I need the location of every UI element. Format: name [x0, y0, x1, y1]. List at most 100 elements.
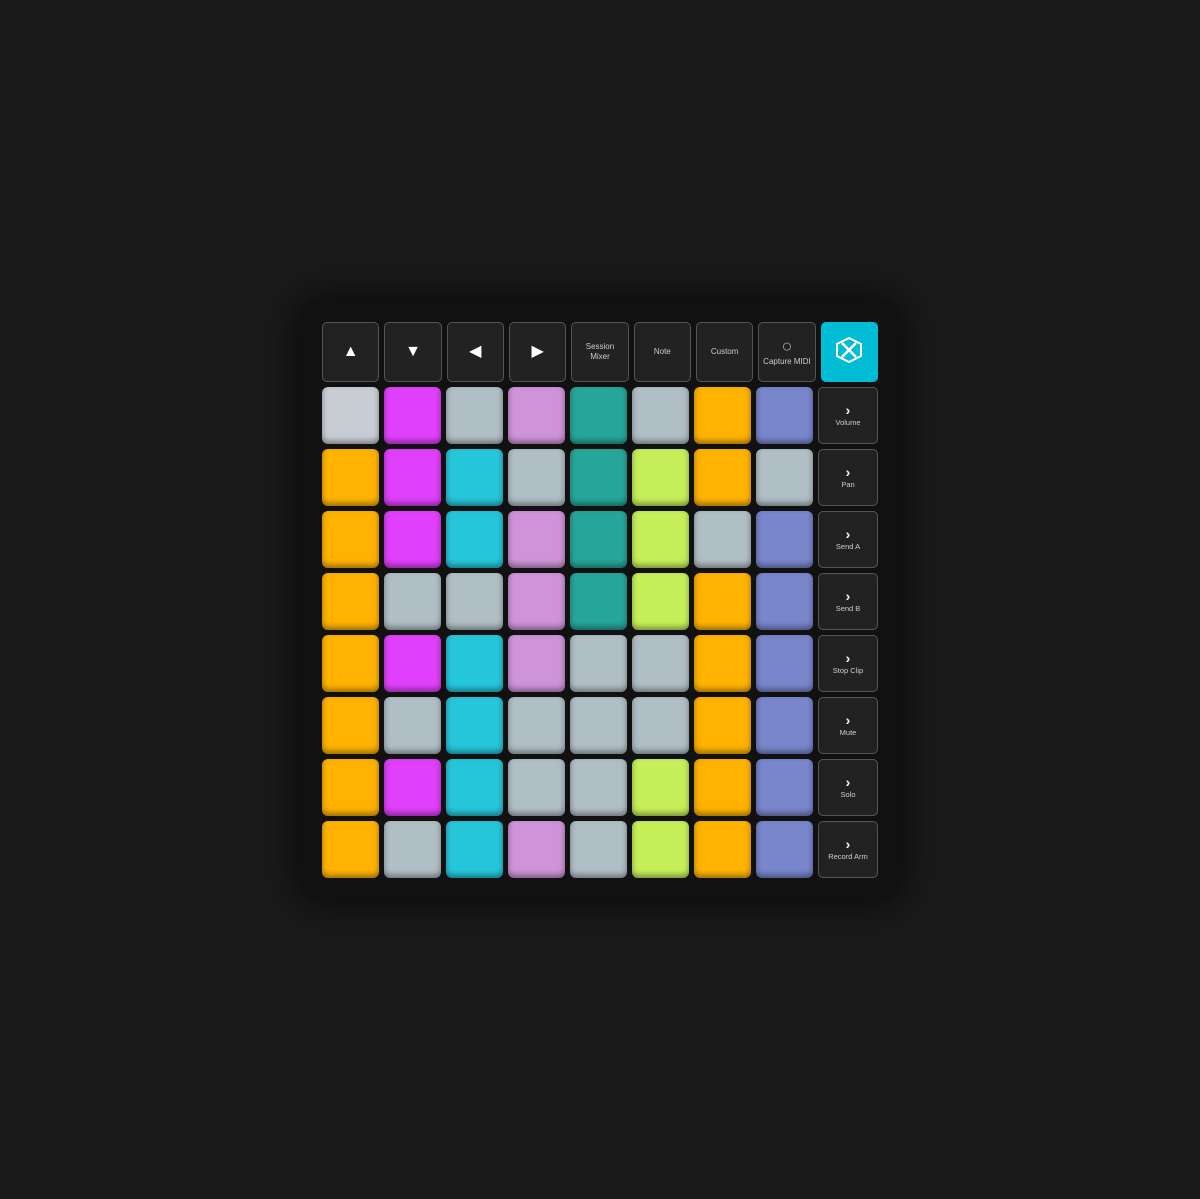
pad-2-0[interactable]: [322, 511, 379, 568]
arrow-up-icon: ▲: [343, 344, 359, 360]
send-b-arrow-icon: ›: [846, 589, 851, 603]
pad-4-0[interactable]: [322, 635, 379, 692]
pad-5-7[interactable]: [756, 697, 813, 754]
pad-grid: [322, 387, 813, 878]
pad-5-3[interactable]: [508, 697, 565, 754]
pad-1-3[interactable]: [508, 449, 565, 506]
grid-row-0: [322, 387, 813, 444]
pad-6-4[interactable]: [570, 759, 627, 816]
pad-0-0[interactable]: [322, 387, 379, 444]
pad-6-5[interactable]: [632, 759, 689, 816]
record-arm-arrow-icon: ›: [846, 837, 851, 851]
btn-arrow-right[interactable]: ▶: [509, 322, 566, 382]
pad-3-2[interactable]: [446, 573, 503, 630]
launchpad-device: ▲ ▼ ◀ ▶ SessionMixer Note Custom ○ Captu…: [300, 300, 900, 900]
btn-volume[interactable]: ›Volume: [818, 387, 878, 444]
pad-0-2[interactable]: [446, 387, 503, 444]
solo-label: Solo: [840, 790, 855, 799]
pad-0-3[interactable]: [508, 387, 565, 444]
btn-arrow-up[interactable]: ▲: [322, 322, 379, 382]
send-b-label: Send B: [836, 604, 861, 613]
btn-novation[interactable]: [821, 322, 878, 382]
pad-3-1[interactable]: [384, 573, 441, 630]
pad-4-2[interactable]: [446, 635, 503, 692]
pad-0-1[interactable]: [384, 387, 441, 444]
pad-2-7[interactable]: [756, 511, 813, 568]
pad-3-7[interactable]: [756, 573, 813, 630]
btn-capture-midi[interactable]: ○ Capture MIDI: [758, 322, 815, 382]
pad-4-5[interactable]: [632, 635, 689, 692]
pad-1-4[interactable]: [570, 449, 627, 506]
pad-7-7[interactable]: [756, 821, 813, 878]
pad-7-5[interactable]: [632, 821, 689, 878]
pad-7-1[interactable]: [384, 821, 441, 878]
volume-label: Volume: [835, 418, 860, 427]
btn-pan[interactable]: ›Pan: [818, 449, 878, 506]
btn-send-a[interactable]: ›Send A: [818, 511, 878, 568]
btn-note[interactable]: Note: [634, 322, 691, 382]
pad-1-6[interactable]: [694, 449, 751, 506]
btn-solo[interactable]: ›Solo: [818, 759, 878, 816]
btn-send-b[interactable]: ›Send B: [818, 573, 878, 630]
pad-1-7[interactable]: [756, 449, 813, 506]
pad-2-2[interactable]: [446, 511, 503, 568]
pad-6-2[interactable]: [446, 759, 503, 816]
main-area: ›Volume›Pan›Send A›Send B›Stop Clip›Mute…: [322, 387, 878, 878]
pad-2-3[interactable]: [508, 511, 565, 568]
pan-arrow-icon: ›: [846, 465, 851, 479]
pad-4-4[interactable]: [570, 635, 627, 692]
pad-1-5[interactable]: [632, 449, 689, 506]
pad-6-6[interactable]: [694, 759, 751, 816]
pad-0-4[interactable]: [570, 387, 627, 444]
pad-3-0[interactable]: [322, 573, 379, 630]
pad-3-3[interactable]: [508, 573, 565, 630]
btn-custom[interactable]: Custom: [696, 322, 753, 382]
capture-midi-icon: ○: [782, 337, 793, 355]
pad-2-1[interactable]: [384, 511, 441, 568]
pad-4-6[interactable]: [694, 635, 751, 692]
btn-session-mixer[interactable]: SessionMixer: [571, 322, 628, 382]
pad-5-6[interactable]: [694, 697, 751, 754]
pad-7-2[interactable]: [446, 821, 503, 878]
pad-0-6[interactable]: [694, 387, 751, 444]
btn-arrow-down[interactable]: ▼: [384, 322, 441, 382]
pad-7-6[interactable]: [694, 821, 751, 878]
pad-2-5[interactable]: [632, 511, 689, 568]
pad-0-7[interactable]: [756, 387, 813, 444]
record-arm-label: Record Arm: [828, 852, 868, 861]
btn-stop-clip[interactable]: ›Stop Clip: [818, 635, 878, 692]
pad-7-0[interactable]: [322, 821, 379, 878]
volume-arrow-icon: ›: [846, 403, 851, 417]
pad-1-1[interactable]: [384, 449, 441, 506]
pad-7-3[interactable]: [508, 821, 565, 878]
pad-4-1[interactable]: [384, 635, 441, 692]
mute-arrow-icon: ›: [846, 713, 851, 727]
pad-6-3[interactable]: [508, 759, 565, 816]
pad-6-1[interactable]: [384, 759, 441, 816]
pad-5-4[interactable]: [570, 697, 627, 754]
pad-5-1[interactable]: [384, 697, 441, 754]
pad-0-5[interactable]: [632, 387, 689, 444]
pad-5-0[interactable]: [322, 697, 379, 754]
pad-1-0[interactable]: [322, 449, 379, 506]
grid-row-6: [322, 759, 813, 816]
pad-3-6[interactable]: [694, 573, 751, 630]
pad-6-0[interactable]: [322, 759, 379, 816]
btn-record-arm[interactable]: ›Record Arm: [818, 821, 878, 878]
pad-5-5[interactable]: [632, 697, 689, 754]
grid-row-5: [322, 697, 813, 754]
pad-1-2[interactable]: [446, 449, 503, 506]
pad-5-2[interactable]: [446, 697, 503, 754]
grid-row-3: [322, 573, 813, 630]
btn-arrow-left[interactable]: ◀: [447, 322, 504, 382]
pad-3-5[interactable]: [632, 573, 689, 630]
pad-3-4[interactable]: [570, 573, 627, 630]
btn-mute[interactable]: ›Mute: [818, 697, 878, 754]
pad-4-3[interactable]: [508, 635, 565, 692]
grid-row-1: [322, 449, 813, 506]
pad-7-4[interactable]: [570, 821, 627, 878]
pad-2-4[interactable]: [570, 511, 627, 568]
pad-2-6[interactable]: [694, 511, 751, 568]
pad-6-7[interactable]: [756, 759, 813, 816]
pad-4-7[interactable]: [756, 635, 813, 692]
